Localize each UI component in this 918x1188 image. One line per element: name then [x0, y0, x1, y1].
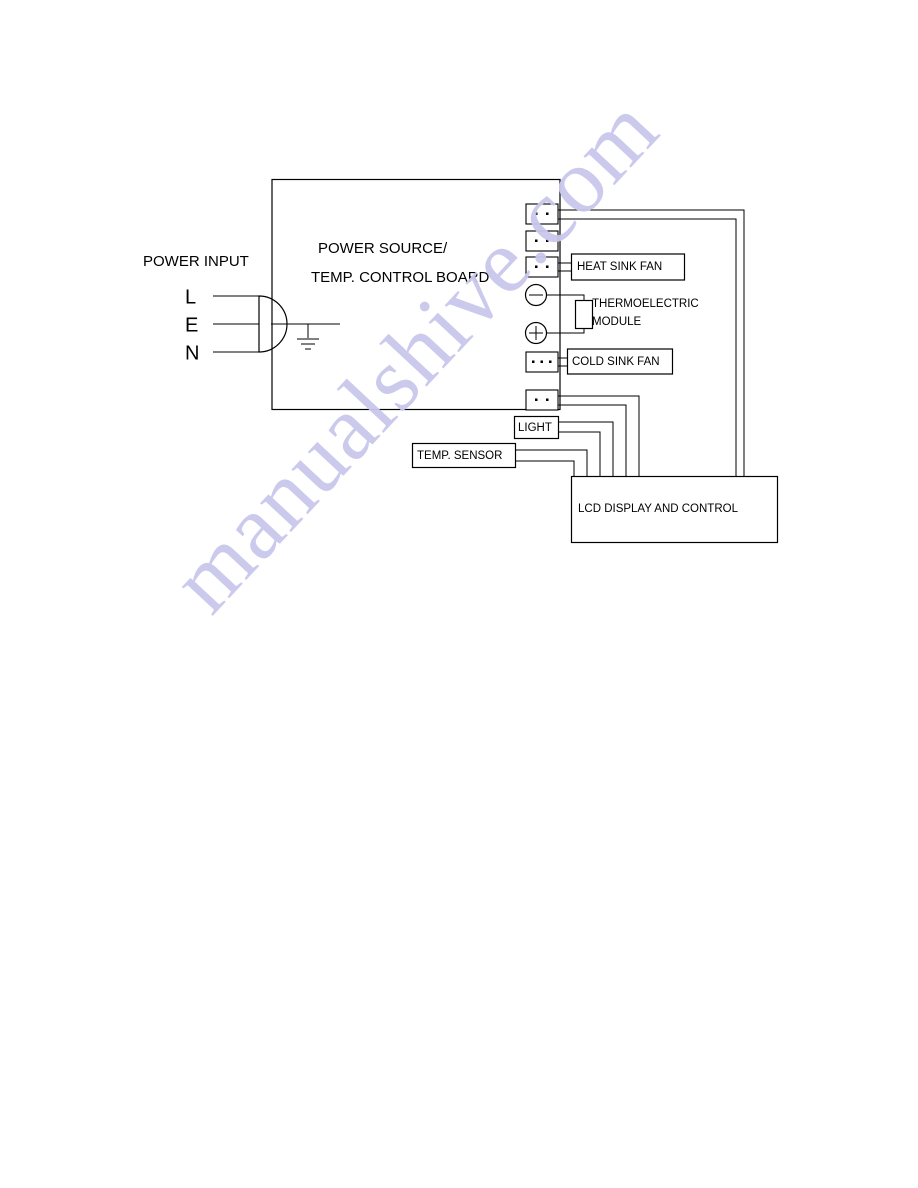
terminal-label-l: L — [185, 286, 196, 308]
wire-connector1-to-lcd-a — [558, 209, 745, 476]
temp-sensor-label: TEMP. SENSOR — [417, 450, 502, 462]
connector-3-pin-1 — [535, 265, 538, 268]
light-label: LIGHT — [518, 422, 552, 434]
heat-sink-fan-label: HEAT SINK FAN — [577, 261, 662, 273]
connector-2-pin-1 — [535, 239, 538, 242]
lcd-display-label: LCD DISPLAY AND CONTROL — [578, 503, 739, 515]
connector-5-pin-1 — [535, 398, 538, 401]
connector-2-block — [525, 230, 559, 252]
wire-tempsensor-to-lcd-b — [515, 460, 575, 476]
wire-light-to-lcd-b — [558, 431, 601, 476]
connector-4-pin-3 — [549, 360, 552, 363]
connector-4-pin-2 — [540, 360, 543, 363]
terminal-label-e: E — [185, 314, 198, 336]
thermoelectric-module-label-line-1: THERMOELECTRIC — [592, 298, 699, 310]
connector-1-pin-2 — [546, 212, 549, 215]
cold-sink-fan-label: COLD SINK FAN — [572, 356, 660, 368]
schematic-drawing: POWER INPUT L E N POWER SOURCE/ TEMP. CO… — [143, 178, 779, 544]
terminal-label-n: N — [185, 342, 199, 364]
power-input-label: POWER INPUT — [143, 253, 249, 270]
wire-connector5-to-lcd-b — [558, 404, 627, 476]
thermoelectric-module-symbol — [574, 299, 594, 330]
wire-connector5-to-lcd-a — [558, 395, 640, 476]
connector-4-pin-1 — [532, 360, 535, 363]
board-title-line-1: POWER SOURCE/ — [318, 240, 448, 257]
wire-light-to-lcd-a — [558, 421, 614, 476]
connector-1-block — [525, 203, 559, 225]
wire-tempsensor-to-lcd-a — [515, 449, 588, 476]
connector-5-block — [525, 389, 559, 411]
connector-1-pin-1 — [535, 212, 538, 215]
thermoelectric-module-label-line-2: MODULE — [592, 316, 642, 328]
connector-5-pin-2 — [546, 398, 549, 401]
power-source-temp-control-board-box — [271, 178, 561, 411]
connector-2-pin-2 — [546, 239, 549, 242]
block-diagram-canvas: POWER INPUT L E N POWER SOURCE/ TEMP. CO… — [0, 0, 918, 1188]
connector-3-pin-2 — [546, 265, 549, 268]
connector-3-block — [525, 256, 559, 278]
board-title-line-2: TEMP. CONTROL BOARD — [311, 269, 490, 286]
